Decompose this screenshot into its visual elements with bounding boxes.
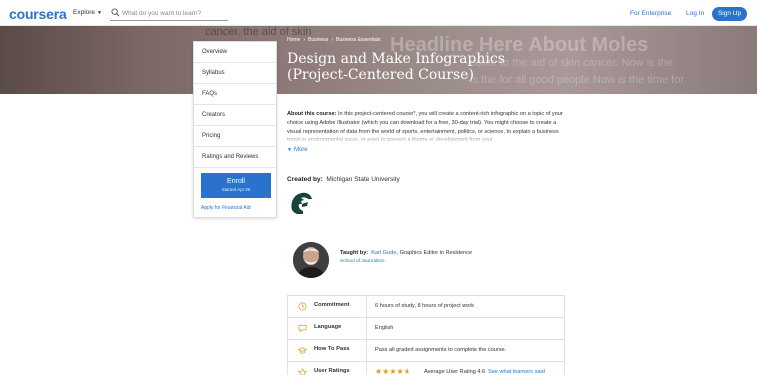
instructor-avatar[interactable]: [293, 242, 329, 278]
how-to-pass-value: Pass all graded assignments to complete …: [375, 347, 507, 353]
course-info-table: Commitment 6 hours of study, 8 hours of …: [287, 295, 565, 375]
enroll-label: Enroll: [227, 178, 245, 185]
for-enterprise-link[interactable]: For Enterprise: [630, 10, 671, 17]
sidebar-item-creators[interactable]: Creators: [194, 105, 276, 126]
how-to-pass-label: How To Pass: [314, 346, 350, 352]
language-label: Language: [314, 324, 342, 330]
sidebar-item-syllabus[interactable]: Syllabus: [194, 63, 276, 84]
created-by-org: Michigan State University: [326, 176, 400, 183]
how-to-pass-label-cell: How To Pass: [288, 340, 367, 361]
commitment-label: Commitment: [314, 302, 350, 308]
signup-button[interactable]: Sign Up: [712, 7, 747, 21]
language-label-cell: Language: [288, 318, 367, 339]
sidebar-item-faqs[interactable]: FAQs: [194, 84, 276, 105]
table-row-commitment: Commitment 6 hours of study, 8 hours of …: [288, 296, 564, 318]
table-row-language: Language English: [288, 318, 564, 340]
about-fade-overlay: [287, 132, 569, 144]
ratings-label: User Ratings: [314, 368, 350, 374]
more-toggle[interactable]: ▼ More: [287, 147, 308, 153]
instructor-photo: [293, 242, 329, 278]
breadcrumb-home[interactable]: Home: [287, 37, 300, 43]
breadcrumb-business-essentials[interactable]: Business Essentials: [336, 37, 380, 43]
taught-by: Taught by: Karl Gude, Graphics Editor in…: [340, 250, 472, 256]
see-reviews-link[interactable]: See what learners said: [488, 369, 545, 375]
about-heading: About this course:: [287, 111, 337, 117]
search-icon: [111, 8, 120, 17]
created-by-label: Created by:: [287, 176, 323, 183]
chevron-down-icon: ▼: [97, 10, 102, 16]
average-rating-text: Average User Rating 4.6: [424, 369, 486, 375]
language-value: English: [375, 325, 394, 331]
explore-menu[interactable]: Explore ▼: [73, 9, 102, 16]
created-by: Created by: Michigan State University: [287, 176, 400, 183]
breadcrumb: Home › Business › Business Essentials: [287, 37, 380, 43]
breadcrumb-separator-icon: ›: [303, 37, 306, 43]
table-row-how-to-pass: How To Pass Pass all graded assignments …: [288, 340, 564, 362]
graduation-cap-icon: [298, 347, 307, 354]
course-sidebar: Overview Syllabus FAQs Creators Pricing …: [193, 41, 277, 218]
chevron-down-icon: ▼: [287, 147, 292, 153]
instructor-name-link[interactable]: Karl Gude: [371, 250, 396, 256]
star-full-icon: ★: [396, 367, 404, 375]
clock-icon: [298, 302, 307, 311]
sidebar-item-ratings-reviews[interactable]: Ratings and Reviews: [194, 147, 276, 168]
breadcrumb-separator-icon: ›: [331, 37, 333, 43]
enroll-start-date: Started Apr 06: [221, 187, 251, 192]
star-outline-icon: [298, 368, 307, 375]
search-input[interactable]: [122, 7, 226, 19]
taught-by-label: Taught by:: [340, 250, 369, 256]
commitment-value: 6 hours of study, 8 hours of project wor…: [375, 303, 475, 309]
more-label: More: [293, 147, 308, 153]
financial-aid-link[interactable]: Apply for Financial Aid: [201, 205, 250, 211]
commitment-label-cell: Commitment: [288, 296, 367, 317]
login-link[interactable]: Log In: [686, 10, 704, 17]
rating-stars: ★★★★★: [375, 367, 411, 375]
speech-bubble-icon: [298, 324, 307, 333]
top-nav: coursera Explore▼ For Enterprise Log In …: [0, 0, 757, 26]
ratings-label-cell: User Ratings: [288, 362, 367, 375]
sidebar-item-pricing[interactable]: Pricing: [194, 126, 276, 147]
table-row-user-ratings: User Ratings ★★★★★ Average User Rating 4…: [288, 362, 564, 375]
hero-banner: cancer. the aid of skin Headline Here Ab…: [0, 26, 757, 94]
instructor-school[interactable]: School of Journalism: [340, 259, 385, 264]
coursera-logo[interactable]: coursera: [9, 6, 67, 22]
course-title: Design and Make Infographics (Project-Ce…: [287, 51, 505, 83]
star-half-icon: ★: [403, 367, 411, 375]
instructor-role: , Graphics Editor in Residence: [396, 250, 473, 256]
explore-label: Explore: [73, 9, 96, 16]
star-full-icon: ★: [389, 367, 397, 375]
enroll-button[interactable]: Enroll Started Apr 06: [201, 173, 271, 198]
sidebar-item-overview[interactable]: Overview: [194, 42, 276, 63]
breadcrumb-business[interactable]: Business: [308, 37, 328, 43]
msu-spartan-logo[interactable]: [288, 190, 314, 218]
search-bar: [110, 7, 228, 21]
